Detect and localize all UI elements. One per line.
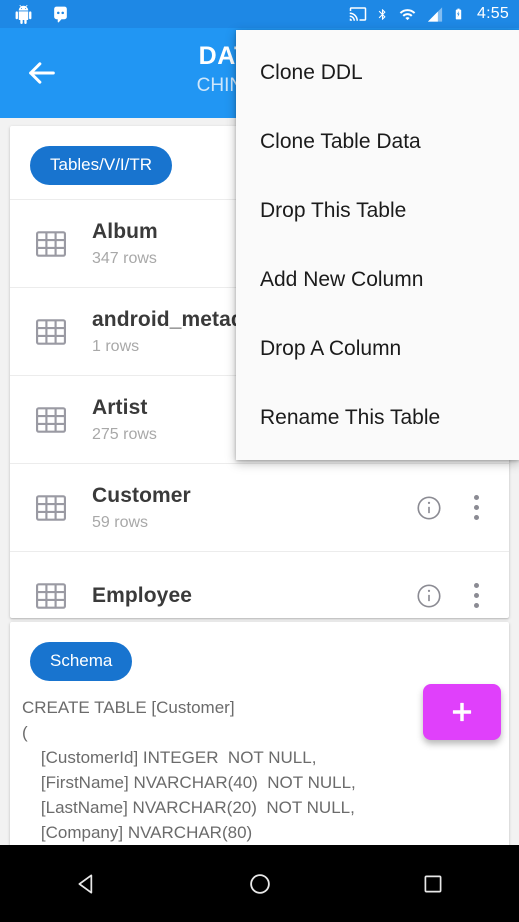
home-circle-icon	[249, 873, 270, 894]
table-name: Album	[92, 219, 158, 243]
popup-menu-item[interactable]: Drop This Table	[236, 176, 519, 245]
table-grid-icon-wrap	[32, 577, 70, 615]
schema-chip[interactable]: Schema	[30, 642, 133, 681]
table-grid-icon-wrap	[32, 489, 70, 527]
recents-square-icon	[424, 875, 441, 892]
table-row-meta: Employee	[92, 584, 192, 608]
plus-icon	[452, 702, 472, 722]
android-head-icon	[54, 6, 67, 22]
table-row-count: 59 rows	[92, 513, 149, 531]
table-row-actions	[415, 582, 497, 610]
table-grid-icon	[35, 406, 67, 433]
android-robot-icon	[15, 4, 32, 24]
nav-home-button[interactable]	[173, 871, 346, 897]
cast-icon	[349, 7, 367, 21]
info-icon	[417, 495, 441, 520]
popup-menu-item[interactable]: Rename This Table	[236, 383, 519, 452]
overflow-menu-button[interactable]	[473, 583, 479, 608]
screen-root: 4:55 DATABAS CHINOOK_SQ Tables/V/I/TR Al…	[0, 0, 519, 922]
wifi-icon	[399, 8, 416, 20]
table-row-count: 275 rows	[92, 425, 157, 443]
table-options-popup-menu[interactable]: Clone DDL Clone Table Data Drop This Table…	[236, 30, 519, 460]
table-row-count: 1 rows	[92, 337, 140, 355]
table-grid-icon	[35, 318, 67, 345]
status-bar-notification-icons	[14, 4, 70, 24]
nav-back-button[interactable]	[0, 871, 173, 897]
nav-recents-button[interactable]	[346, 872, 519, 896]
system-navigation-bar	[0, 845, 519, 922]
table-row[interactable]: Customer 59 rows	[10, 463, 509, 551]
table-row-meta: android_metada 1 rows	[92, 308, 256, 356]
table-grid-icon-wrap	[32, 313, 70, 351]
table-row-meta: Artist 275 rows	[92, 396, 157, 444]
info-icon	[417, 583, 441, 608]
bluetooth-icon	[378, 8, 386, 20]
popup-menu-item[interactable]: Drop A Column	[236, 314, 519, 383]
status-bar-system-icons: 4:55	[348, 4, 509, 24]
back-arrow-icon	[29, 62, 55, 84]
table-grid-icon-wrap	[32, 401, 70, 439]
overflow-menu-button[interactable]	[473, 495, 479, 520]
table-grid-icon	[35, 582, 67, 609]
table-name: android_metada	[92, 307, 256, 331]
back-button[interactable]	[22, 53, 62, 93]
back-triangle-icon	[78, 873, 92, 894]
status-bar-clock: 4:55	[477, 5, 509, 22]
tables-filter-chip[interactable]: Tables/V/I/TR	[30, 146, 173, 185]
table-row-actions	[415, 494, 497, 522]
popup-menu-item[interactable]: Clone DDL	[236, 38, 519, 107]
add-fab-button[interactable]	[423, 684, 501, 740]
table-row[interactable]: Employee	[10, 551, 509, 618]
table-name: Employee	[92, 583, 193, 607]
popup-menu-item[interactable]: Add New Column	[236, 245, 519, 314]
status-bar: 4:55	[0, 0, 519, 28]
table-row-count: 347 rows	[92, 249, 157, 267]
table-row-meta: Customer 59 rows	[92, 484, 191, 532]
table-name: Artist	[92, 395, 148, 419]
cell-signal-icon	[427, 6, 443, 22]
table-grid-icon	[35, 230, 67, 257]
battery-charging-icon	[455, 8, 462, 20]
table-grid-icon	[35, 494, 67, 521]
table-name: Customer	[92, 483, 191, 507]
popup-menu-item[interactable]: Clone Table Data	[236, 107, 519, 176]
table-grid-icon-wrap	[32, 225, 70, 263]
table-row-meta: Album 347 rows	[92, 220, 158, 268]
